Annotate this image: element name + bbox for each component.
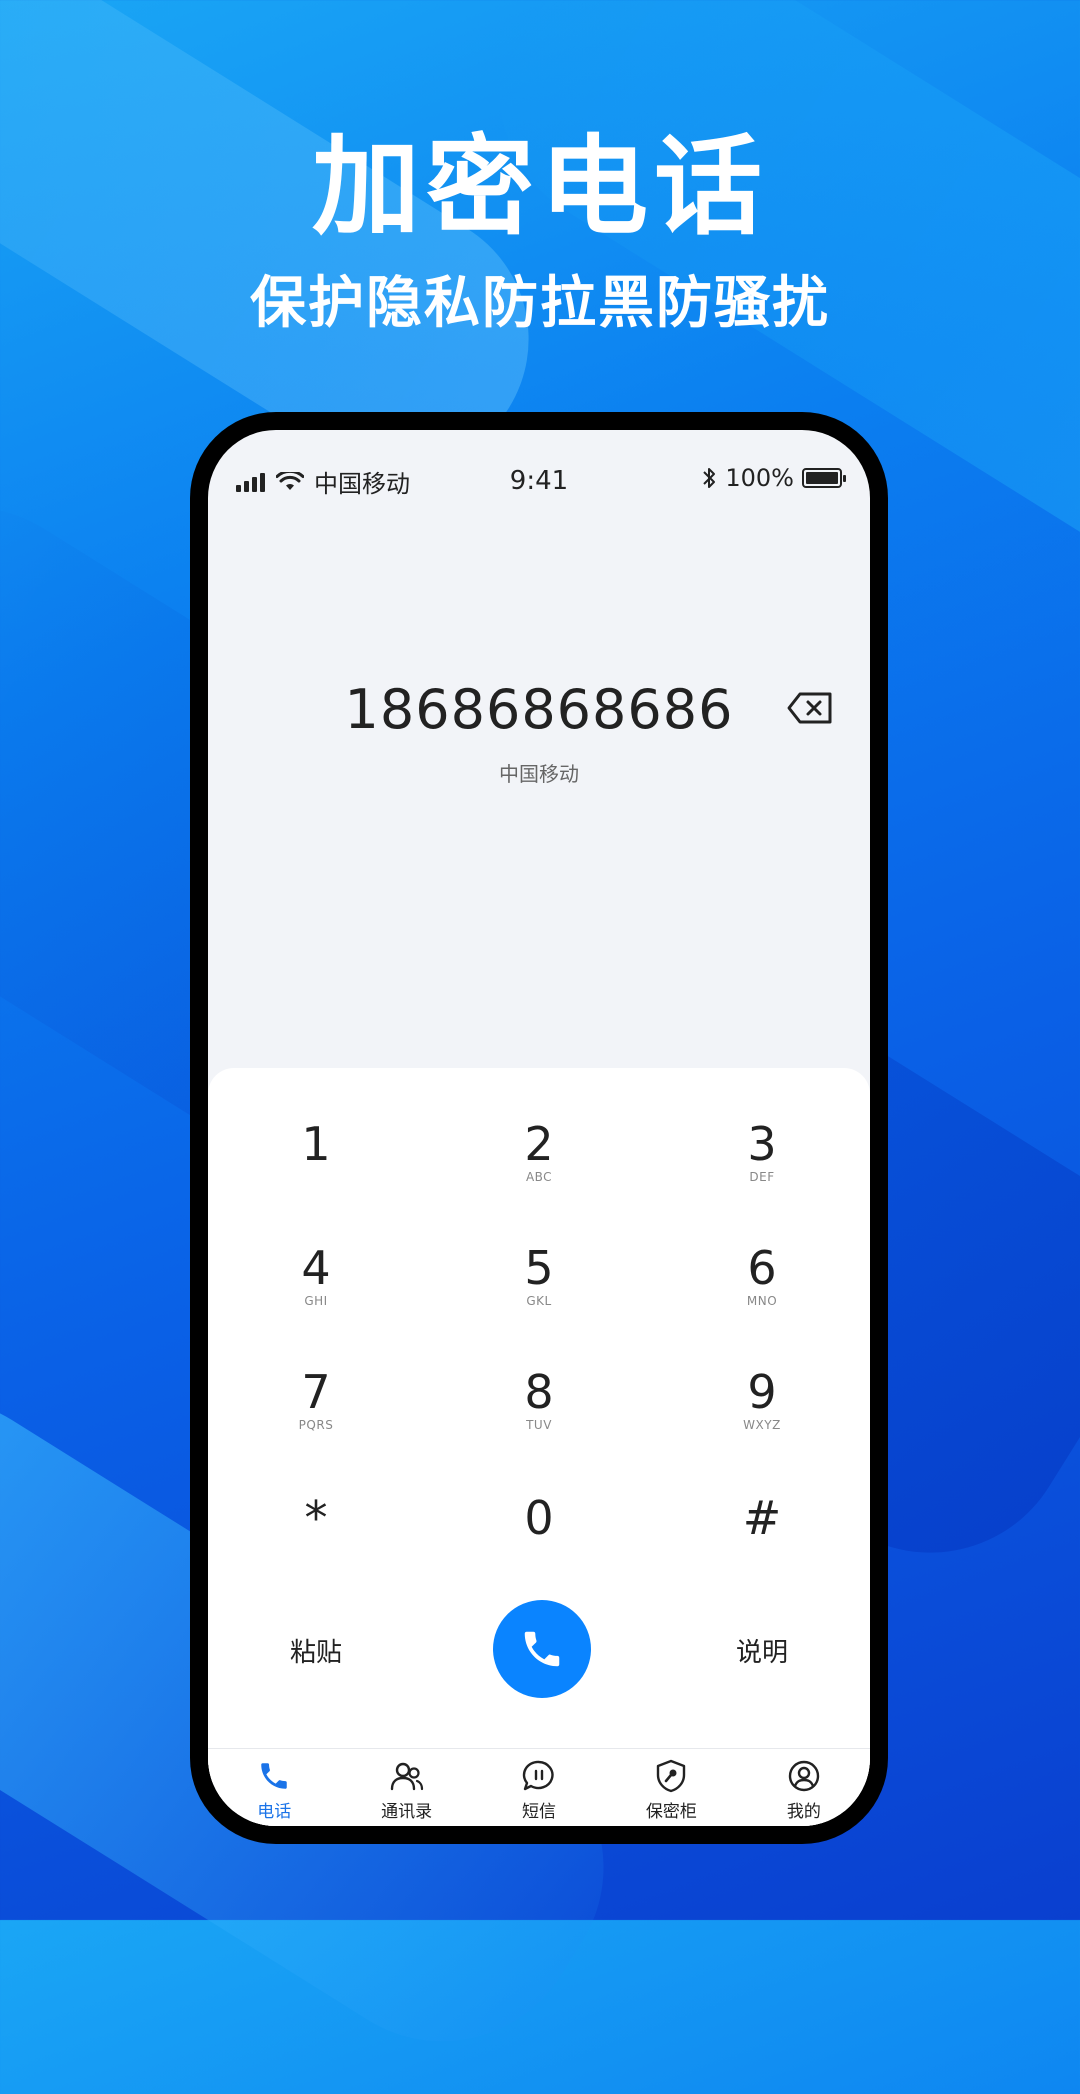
key-3[interactable]: 3 DEF <box>682 1118 842 1228</box>
shield-key-icon <box>657 1759 686 1793</box>
tab-vault[interactable]: 保密柜 <box>605 1749 737 1826</box>
key-2[interactable]: 2 ABC <box>459 1118 619 1228</box>
bluetooth-icon <box>703 468 716 488</box>
tab-label: 保密柜 <box>645 1802 697 1822</box>
phone-icon <box>524 1631 560 1667</box>
key-letters: WXYZ <box>743 1418 781 1432</box>
dialed-number: 18686868686 <box>344 678 734 741</box>
tab-label: 短信 <box>522 1802 557 1822</box>
key-7[interactable]: 7 PQRS <box>236 1366 396 1476</box>
tab-messages[interactable]: 短信 <box>473 1749 605 1826</box>
key-digit: 1 <box>301 1117 331 1171</box>
status-bar: 中国移动 9:41 100% <box>208 460 870 504</box>
key-4[interactable]: 4 GHI <box>236 1242 396 1352</box>
key-digit: 0 <box>524 1491 554 1545</box>
key-digit: # <box>742 1491 782 1545</box>
key-5[interactable]: 5 GKL <box>459 1242 619 1352</box>
battery-percent: 100% <box>725 464 794 492</box>
key-6[interactable]: 6 MNO <box>682 1242 842 1352</box>
backspace-icon[interactable] <box>786 690 834 726</box>
key-letters: PQRS <box>298 1418 334 1432</box>
number-carrier-label: 中国移动 <box>499 762 579 786</box>
key-digit: 3 <box>747 1117 777 1171</box>
key-letters: GHI <box>304 1294 328 1308</box>
tab-label: 电话 <box>257 1802 292 1822</box>
key-digit: 5 <box>524 1241 554 1295</box>
tab-contacts[interactable]: 通讯录 <box>340 1749 472 1826</box>
key-9[interactable]: 9 WXYZ <box>682 1366 842 1476</box>
key-digit: * <box>304 1491 328 1545</box>
status-right: 100% <box>701 464 846 492</box>
tab-bar: 电话 通讯录 短信 保密柜 我的 <box>208 1748 870 1826</box>
key-letters: DEF <box>749 1170 775 1184</box>
keypad: 1 2 ABC 3 DEF 4 GHI 5 GKL 6 MNO 7 PQRS 8… <box>208 1068 870 1826</box>
key-1[interactable]: 1 <box>236 1118 396 1228</box>
phone-frame: 中国移动 9:41 100% 18686868686 中国移动 1 2 ABC … <box>190 412 888 1844</box>
phone-screen: 中国移动 9:41 100% 18686868686 中国移动 1 2 ABC … <box>208 430 870 1826</box>
message-icon <box>522 1760 554 1791</box>
key-letters: TUV <box>526 1418 552 1432</box>
help-button[interactable]: 说明 <box>702 1632 822 1669</box>
key-0[interactable]: 0 <box>459 1492 619 1602</box>
tab-phone[interactable]: 电话 <box>208 1749 340 1826</box>
key-star[interactable]: * <box>236 1492 396 1602</box>
paste-button[interactable]: 粘贴 <box>256 1632 376 1669</box>
key-letters: MNO <box>746 1294 778 1308</box>
key-digit: 4 <box>301 1241 331 1295</box>
promo-title: 加密电话 <box>311 125 768 250</box>
key-8[interactable]: 8 TUV <box>459 1366 619 1476</box>
key-digit: 9 <box>747 1365 777 1419</box>
tab-label: 我的 <box>786 1802 821 1822</box>
profile-icon <box>788 1760 820 1792</box>
phone-icon <box>261 1763 287 1789</box>
key-digit: 8 <box>524 1365 554 1419</box>
tab-profile[interactable]: 我的 <box>738 1749 870 1826</box>
key-digit: 2 <box>524 1117 554 1171</box>
tab-label: 通讯录 <box>381 1802 433 1822</box>
key-digit: 7 <box>301 1365 331 1419</box>
promo-subtitle: 保护隐私防拉黑防骚扰 <box>250 271 830 336</box>
key-letters: ABC <box>525 1170 553 1184</box>
key-digit: 6 <box>747 1241 777 1295</box>
contacts-icon <box>390 1762 423 1791</box>
key-hash[interactable]: # <box>682 1492 842 1602</box>
call-button[interactable] <box>493 1600 591 1698</box>
battery-icon <box>802 468 846 488</box>
key-letters: GKL <box>526 1294 552 1308</box>
